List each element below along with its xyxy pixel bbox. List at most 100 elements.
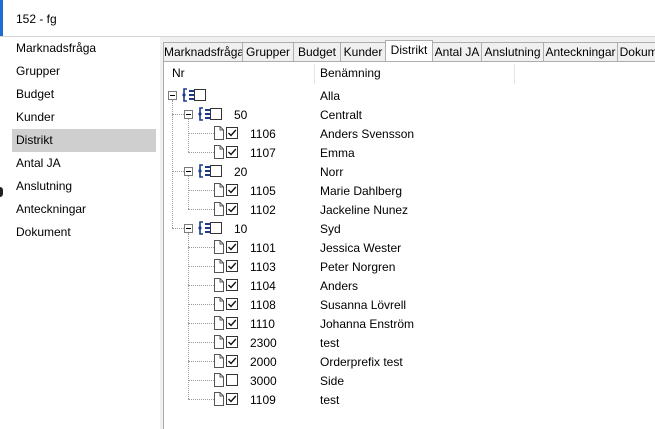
collapse-minus-icon[interactable]	[168, 91, 177, 100]
sidebar-item-antal-ja[interactable]: Antal JA	[12, 152, 156, 175]
window-edge-accent	[0, 0, 3, 36]
tree-row[interactable]: 10 Syd	[164, 219, 655, 238]
document-page-icon	[214, 297, 224, 311]
unchecked-checkbox[interactable]	[210, 222, 222, 234]
collapse-minus-icon[interactable]	[184, 167, 193, 176]
tab-budget[interactable]: Budget	[293, 42, 341, 61]
row-name: Marie Dahlberg	[320, 184, 403, 198]
checked-checkbox[interactable]	[226, 317, 238, 329]
row-name: Side	[320, 374, 345, 388]
tree-row[interactable]: 2000 Orderprefix test	[164, 352, 655, 371]
document-page-icon	[214, 392, 224, 406]
tab-marknadsfraga[interactable]: Marknadsfråga	[163, 42, 243, 61]
checked-checkbox[interactable]	[226, 260, 238, 272]
checkmark-icon	[228, 129, 237, 137]
tab-anteckningar[interactable]: Anteckningar	[543, 42, 618, 61]
collapse-minus-icon[interactable]	[184, 224, 193, 233]
sidebar-item-budget[interactable]: Budget	[12, 83, 156, 106]
checkmark-icon	[228, 148, 237, 156]
sidebar-item-grupper[interactable]: Grupper	[12, 60, 156, 83]
selection-indicator	[0, 187, 3, 197]
sidebar: Marknadsfråga Grupper Budget Kunder Dist…	[0, 37, 160, 429]
document-page-icon	[214, 145, 224, 159]
tree-row[interactable]: 50 Centralt	[164, 105, 655, 124]
checked-checkbox[interactable]	[226, 279, 238, 291]
row-number: 50	[234, 108, 248, 122]
checkmark-icon	[228, 319, 237, 327]
tree-row[interactable]: Alla	[164, 86, 655, 105]
row-number: 1103	[250, 260, 276, 274]
checked-checkbox[interactable]	[226, 298, 238, 310]
tree-row[interactable]: 1102 Jackeline Nunez	[164, 200, 655, 219]
row-number: 10	[234, 222, 248, 236]
tree-row[interactable]: 1105 Marie Dahlberg	[164, 181, 655, 200]
title-bar: 152 - fg	[0, 0, 655, 37]
checkmark-icon	[228, 262, 237, 270]
tree-row[interactable]: 3000 Side	[164, 371, 655, 390]
document-page-icon	[214, 183, 224, 197]
row-name: Jackeline Nunez	[320, 203, 409, 217]
tree-row[interactable]: 2300 test	[164, 333, 655, 352]
row-number: 2300	[250, 336, 277, 350]
tree-row[interactable]: 1109 test	[164, 390, 655, 409]
row-name: Emma	[320, 146, 355, 160]
unchecked-checkbox[interactable]	[210, 108, 222, 120]
tree-row[interactable]: 20 Norr	[164, 162, 655, 181]
tab-dokument[interactable]: Dokument	[617, 42, 655, 61]
sidebar-item-anteckningar[interactable]: Anteckningar	[12, 198, 156, 221]
row-name: Susanna Lövrell	[320, 298, 407, 312]
unchecked-checkbox[interactable]	[194, 89, 206, 101]
detail-panel: Marknadsfråga Grupper Budget Kunder Dist…	[160, 37, 655, 429]
tree-row[interactable]: 1110 Johanna Enström	[164, 314, 655, 333]
row-name: Norr	[320, 165, 344, 179]
tab-grupper[interactable]: Grupper	[242, 42, 294, 61]
unchecked-checkbox[interactable]	[226, 374, 238, 386]
tab-antal-ja[interactable]: Antal JA	[432, 42, 482, 61]
row-name: Alla	[320, 89, 341, 103]
row-name: Orderprefix test	[320, 355, 403, 369]
document-page-icon	[214, 126, 224, 140]
checkmark-icon	[228, 395, 237, 403]
tree-row[interactable]: 1106 Anders Svensson	[164, 124, 655, 143]
checked-checkbox[interactable]	[226, 146, 238, 158]
row-number: 2000	[250, 355, 277, 369]
tree-row[interactable]: 1108 Susanna Lövrell	[164, 295, 655, 314]
tab-anslutning[interactable]: Anslutning	[481, 42, 544, 61]
row-name: Johanna Enström	[320, 317, 415, 331]
tree-row[interactable]: 1101 Jessica Wester	[164, 238, 655, 257]
document-page-icon	[214, 373, 224, 387]
checkmark-icon	[228, 357, 237, 365]
checked-checkbox[interactable]	[226, 184, 238, 196]
checked-checkbox[interactable]	[226, 203, 238, 215]
row-name: Syd	[320, 222, 341, 236]
tree-row[interactable]: 1104 Anders	[164, 276, 655, 295]
checkmark-icon	[228, 281, 237, 289]
document-page-icon	[214, 354, 224, 368]
checkmark-icon	[228, 205, 237, 213]
unchecked-checkbox[interactable]	[210, 165, 222, 177]
tab-distrikt[interactable]: Distrikt	[385, 40, 433, 61]
row-name: Jessica Wester	[320, 241, 402, 255]
checked-checkbox[interactable]	[226, 336, 238, 348]
sidebar-item-dokument[interactable]: Dokument	[12, 221, 156, 244]
tree-row[interactable]: 1107 Emma	[164, 143, 655, 162]
row-number: 1102	[250, 203, 276, 217]
tree-row[interactable]: 1103 Peter Norgren	[164, 257, 655, 276]
tab-kunder[interactable]: Kunder	[340, 42, 386, 61]
checked-checkbox[interactable]	[226, 355, 238, 367]
sidebar-item-marknadsfraga[interactable]: Marknadsfråga	[12, 37, 156, 60]
sidebar-item-distrikt[interactable]: Distrikt	[12, 129, 156, 152]
row-number: 1101	[250, 241, 276, 255]
checked-checkbox[interactable]	[226, 241, 238, 253]
row-name: test	[320, 393, 340, 407]
checked-checkbox[interactable]	[226, 393, 238, 405]
tab-strip: Marknadsfråga Grupper Budget Kunder Dist…	[163, 40, 655, 61]
checkmark-icon	[228, 243, 237, 251]
checked-checkbox[interactable]	[226, 127, 238, 139]
sidebar-item-kunder[interactable]: Kunder	[12, 106, 156, 129]
sidebar-item-anslutning[interactable]: Anslutning	[12, 175, 156, 198]
row-number: 1110	[250, 317, 275, 331]
document-page-icon	[214, 278, 224, 292]
row-number: 1108	[250, 298, 276, 312]
collapse-minus-icon[interactable]	[184, 110, 193, 119]
